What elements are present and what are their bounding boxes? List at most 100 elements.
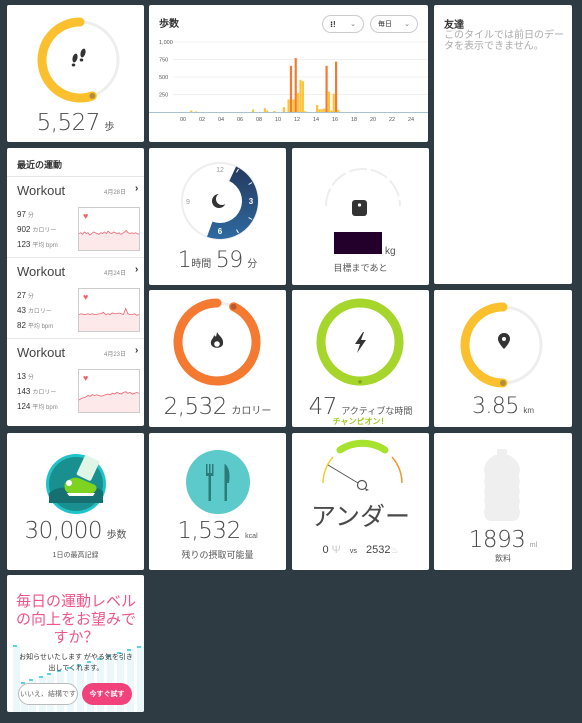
x-tick-label: 12 xyxy=(294,117,300,123)
calories-readout: 2,532 カロリー xyxy=(149,394,286,420)
steps-value: 5,527 xyxy=(36,110,101,136)
step-bar xyxy=(325,65,328,112)
active-minutes-tile[interactable]: ★ 47 アクティブな時間 チャンピオン！ xyxy=(292,290,429,427)
x-tick-label: 02 xyxy=(199,117,205,123)
water-unit: ml xyxy=(529,542,538,549)
best-steps-readout: 30,000 歩数 xyxy=(7,518,144,544)
heart-icon: ♥ xyxy=(83,373,88,383)
heart-rate-chart: ♥ xyxy=(78,207,140,251)
try-now-button[interactable]: 今すぐ試す xyxy=(82,683,132,705)
friends-tile[interactable]: 友達 このタイルでは前日のデータを表示できません。 xyxy=(434,5,572,284)
y-tick-label: 250 xyxy=(159,93,168,99)
workout-list-item[interactable]: Workout 4月24日 › 27 分 43 カロリー 82 平均 bpm ♥ xyxy=(7,257,144,338)
steps-chart-tile[interactable]: 歩数 ⁝! ⌄ 毎日 ⌄ 1,000 750 500 250 00 02 04 06 08 10 1… xyxy=(149,5,428,142)
step-bar xyxy=(294,58,297,112)
water-readout: 1893 ml xyxy=(434,527,572,553)
scale-icon xyxy=(352,200,367,216)
sleep-minutes: 59 xyxy=(215,248,244,273)
calories-value: 2,532 xyxy=(163,394,228,420)
heart-icon: ♥ xyxy=(83,292,88,302)
calories-unit: カロリー xyxy=(231,406,272,417)
exercise-title: 最近の運動 xyxy=(17,160,63,170)
step-bar xyxy=(337,109,340,112)
step-bar xyxy=(273,110,276,112)
distance-readout: 3.85 km xyxy=(434,394,572,419)
friends-message: このタイルでは前日のデータを表示できません。 xyxy=(444,30,564,52)
workout-duration: 13 分 xyxy=(17,372,34,381)
calories-in-value: 0 xyxy=(322,544,329,556)
step-bar xyxy=(332,93,335,112)
heart-rate-chart: ♥ xyxy=(78,369,140,413)
clock-label-6: 6 xyxy=(218,227,223,236)
recent-exercise-tile: 最近の運動 Workout 4月28日 › 97 分 902 カロリー 123 平均 … xyxy=(7,148,144,426)
distance-unit: km xyxy=(523,406,535,415)
distance-value: 3.85 xyxy=(471,394,519,419)
decline-button[interactable]: いいえ、結構です xyxy=(18,683,78,705)
food-readout: 1,532 kcal xyxy=(149,518,286,544)
redacted-weight-value xyxy=(334,232,382,254)
water-label: 飲料 xyxy=(495,554,511,563)
chevron-right-icon[interactable]: › xyxy=(135,345,138,356)
fork-knife-icon: Ψ xyxy=(331,544,341,556)
step-bar xyxy=(190,110,193,112)
step-bar xyxy=(320,109,323,112)
x-tick-label: 22 xyxy=(389,117,395,123)
weight-label: 目標まであと xyxy=(333,263,388,273)
step-bar xyxy=(287,99,290,112)
steps-progress-ring xyxy=(37,17,120,103)
workout-calories: 143 カロリー xyxy=(17,387,57,396)
workout-list-item[interactable]: Workout 4月28日 › 97 分 902 カロリー 123 平均 bpm ♥ xyxy=(7,176,144,257)
water-tile[interactable]: 1893 ml 飲料 xyxy=(434,433,572,570)
chevron-right-icon[interactable]: › xyxy=(135,183,138,194)
step-bar xyxy=(301,81,304,112)
gauge-under-segment xyxy=(322,456,334,484)
calories-tile[interactable]: 2,532 カロリー xyxy=(149,290,286,427)
x-tick-label: 08 xyxy=(256,117,262,123)
step-bar xyxy=(266,110,269,112)
workout-list-item[interactable]: Workout 4月23日 › 13 分 143 カロリー 124 平均 bpm ♥ xyxy=(7,338,144,419)
steps-unit: 歩 xyxy=(104,122,115,133)
clock-label-9: 9 xyxy=(186,199,190,206)
weight-unit: kg xyxy=(385,246,396,257)
workout-date: 4月28日 xyxy=(104,190,127,196)
x-tick-label: 00 xyxy=(180,117,186,123)
workout-heart-rate: 82 平均 bpm xyxy=(17,321,54,330)
balance-gauge xyxy=(322,439,403,491)
steps-progress-arc xyxy=(37,17,97,103)
x-tick-label: 04 xyxy=(218,117,224,123)
workout-heart-rate: 123 平均 bpm xyxy=(17,240,58,249)
calories-out-value: 2532 xyxy=(365,544,391,556)
calorie-balance-tile[interactable]: アンダー 0 Ψ vs 2532♨ xyxy=(292,433,429,570)
champion-badge: チャンピオン！ xyxy=(332,417,389,426)
food-tile[interactable]: 1,532 kcal 残りの摂取可能量 xyxy=(149,433,286,570)
steps-tile[interactable]: 5,527 歩 xyxy=(7,5,144,142)
heart-rate-area xyxy=(79,308,139,331)
step-bar xyxy=(316,105,319,112)
step-bar xyxy=(289,65,293,112)
best-steps-label: 1日の最高記録 xyxy=(52,552,99,559)
x-tick-label: 24 xyxy=(408,117,414,123)
workout-date: 4月24日 xyxy=(104,271,127,277)
hours-unit: 時間 xyxy=(191,259,212,270)
promo-headline: 毎日の運動レベルの向上をお望みですか？ xyxy=(15,593,136,646)
steps-readout: 5,527 歩 xyxy=(7,110,144,136)
food-value: 1,532 xyxy=(177,518,241,544)
water-bottle-icon xyxy=(484,449,520,521)
distance-tile[interactable]: 3.85 km xyxy=(434,290,572,427)
workout-name: Workout xyxy=(17,183,66,198)
pattern-dot xyxy=(39,676,43,678)
minutes-unit: 分 xyxy=(247,259,258,270)
workout-date: 4月23日 xyxy=(104,352,127,358)
best-steps-tile[interactable]: 30,000 歩数 1日の最高記録 xyxy=(7,433,144,570)
flame-icon: ♨ xyxy=(390,545,399,555)
weight-tile[interactable]: kg 目標まであと xyxy=(292,148,429,285)
pattern-dot xyxy=(137,646,141,648)
sleep-tile[interactable]: 12 3 6 9 1時間 59 分 xyxy=(149,148,286,285)
heart-icon: ♥ xyxy=(83,211,88,221)
x-tick-label: 16 xyxy=(332,117,338,123)
chevron-right-icon[interactable]: › xyxy=(135,264,138,275)
food-unit: kcal xyxy=(245,533,258,540)
sleep-clock: 12 3 6 9 xyxy=(181,162,259,240)
balance-summary: 0 Ψ vs 2532♨ xyxy=(292,544,429,556)
y-tick-label: 500 xyxy=(159,75,168,81)
